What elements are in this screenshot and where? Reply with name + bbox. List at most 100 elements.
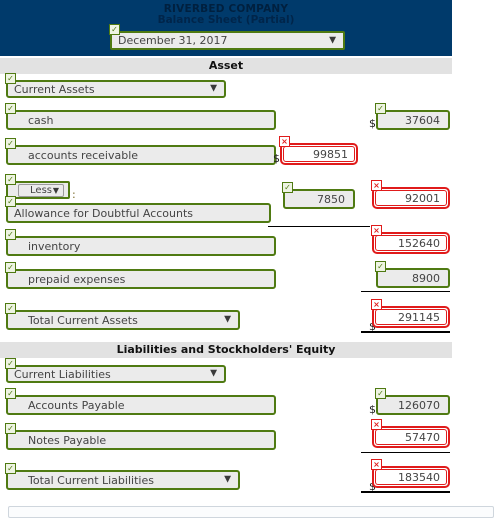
valid-check-icon: ✓	[375, 261, 386, 272]
valid-check-icon: ✓	[5, 423, 16, 434]
valid-check-icon: ✓	[5, 303, 16, 314]
valid-check-icon: ✓	[5, 358, 16, 369]
accounts-payable-label-input[interactable]: Accounts Payable	[6, 395, 276, 415]
inventory-amount-input[interactable]: 152640	[372, 232, 450, 254]
allowance-amount-col2-input[interactable]: 92001	[372, 187, 450, 209]
allowance-amount-col1-value: 7850	[317, 192, 345, 206]
row-prepaid-amount: ✓ 8900	[375, 261, 450, 288]
valid-check-icon: ✓	[5, 73, 16, 84]
total-current-assets-amount-input[interactable]: 291145	[372, 306, 450, 328]
row-prepaid-label: ✓ prepaid expenses	[5, 262, 276, 289]
dollar-sign: $	[369, 403, 376, 416]
row-cash-amount: ✓ 37604	[375, 103, 450, 130]
allowance-amount-col1-input[interactable]: 7850	[283, 189, 355, 209]
bottom-panel	[8, 506, 494, 518]
row-allowance-amount-col1: ✓ 7850	[282, 182, 355, 209]
row-notes-payable-label: ✓ Notes Payable	[5, 423, 276, 450]
column-rule-thin	[268, 226, 370, 227]
row-accounts-payable-label: ✓ Accounts Payable	[5, 388, 276, 415]
inventory-label-value: inventory	[28, 239, 81, 253]
current-assets-select[interactable]: Current Assets ▼	[6, 80, 226, 98]
dollar-sign: $	[273, 152, 280, 165]
prepaid-label-input[interactable]: prepaid expenses	[6, 269, 276, 289]
accounts-payable-amount-input[interactable]: 126070	[376, 395, 450, 415]
invalid-cross-icon: ×	[371, 299, 382, 310]
notes-payable-label-value: Notes Payable	[28, 433, 107, 447]
valid-check-icon: ✓	[375, 103, 386, 114]
less-select[interactable]: Less ▼	[18, 184, 64, 197]
invalid-cross-icon: ×	[371, 225, 382, 236]
row-total-current-assets-select: ✓ Total Current Assets ▼	[5, 303, 240, 330]
prepaid-label-value: prepaid expenses	[28, 272, 126, 286]
period-select[interactable]: December 31, 2017 ▼	[110, 31, 345, 50]
total-current-assets-label: Total Current Assets	[28, 313, 138, 327]
row-total-current-liabilities-amount: × 183540	[371, 459, 450, 488]
valid-check-icon: ✓	[5, 463, 16, 474]
column-rule-thick	[361, 331, 450, 333]
cash-amount-value: 37604	[405, 113, 440, 127]
accounts-payable-amount-value: 126070	[398, 398, 440, 412]
cash-label-input[interactable]: cash	[6, 110, 276, 130]
chevron-down-icon: ▼	[224, 314, 231, 325]
valid-check-icon: ✓	[109, 24, 120, 35]
notes-payable-amount-value: 57470	[405, 430, 440, 444]
accounts-receivable-amount-value: 99851	[313, 147, 348, 161]
allowance-label-value: Allowance for Doubtful Accounts	[14, 206, 194, 220]
invalid-cross-icon: ×	[371, 459, 382, 470]
row-accounts-receivable-amount: × 99851	[279, 136, 358, 165]
prepaid-amount-input[interactable]: 8900	[376, 268, 450, 288]
inventory-label-input[interactable]: inventory	[6, 236, 276, 256]
valid-check-icon: ✓	[282, 182, 293, 193]
row-notes-payable-amount: × 57470	[371, 419, 450, 448]
total-current-assets-select[interactable]: Total Current Assets ▼	[6, 310, 240, 330]
period-select-value: December 31, 2017	[118, 34, 228, 47]
period-select-wrapper: ✓ December 31, 2017 ▼	[109, 24, 345, 50]
row-allowance-label: ✓ Allowance for Doubtful Accounts	[5, 196, 271, 223]
valid-check-icon: ✓	[375, 388, 386, 399]
accounts-receivable-label-value: accounts receivable	[28, 148, 139, 162]
valid-check-icon: ✓	[5, 138, 16, 149]
column-rule-thin	[361, 452, 450, 453]
accounts-receivable-amount-input[interactable]: 99851	[280, 143, 358, 165]
total-current-liabilities-label: Total Current Liabilities	[28, 473, 154, 487]
dollar-sign: $	[369, 117, 376, 130]
row-current-liabilities-select: ✓ Current Liabilities ▼	[5, 358, 226, 383]
less-colon: :	[72, 188, 76, 201]
total-current-assets-amount-value: 291145	[398, 310, 440, 324]
allowance-amount-col2-value: 92001	[405, 191, 440, 205]
row-accounts-payable-amount: ✓ 126070	[375, 388, 450, 415]
chevron-down-icon: ▼	[210, 368, 217, 379]
row-total-current-assets-amount: × 291145	[371, 299, 450, 328]
column-rule-thick	[361, 491, 450, 493]
inventory-amount-value: 152640	[398, 236, 440, 250]
total-current-liabilities-amount-input[interactable]: 183540	[372, 466, 450, 488]
chevron-down-icon: ▼	[329, 35, 336, 45]
valid-check-icon: ✓	[5, 174, 16, 185]
row-current-assets-select: ✓ Current Assets ▼	[5, 73, 226, 98]
current-liabilities-label: Current Liabilities	[14, 367, 111, 381]
current-liabilities-select[interactable]: Current Liabilities ▼	[6, 365, 226, 383]
cash-label-value: cash	[28, 113, 54, 127]
chevron-down-icon: ▼	[210, 83, 217, 94]
row-allowance-amount-col2: × 92001	[371, 180, 450, 209]
row-inventory-amount: × 152640	[371, 225, 450, 254]
notes-payable-label-input[interactable]: Notes Payable	[6, 430, 276, 450]
notes-payable-amount-input[interactable]: 57470	[372, 426, 450, 448]
row-cash-label: ✓ cash	[5, 103, 276, 130]
valid-check-icon: ✓	[5, 103, 16, 114]
invalid-cross-icon: ×	[279, 136, 290, 147]
valid-check-icon: ✓	[5, 262, 16, 273]
total-current-liabilities-select[interactable]: Total Current Liabilities ▼	[6, 470, 240, 490]
accounts-receivable-label-input[interactable]: accounts receivable	[6, 145, 276, 165]
allowance-label-input[interactable]: Allowance for Doubtful Accounts	[6, 203, 271, 223]
row-inventory-label: ✓ inventory	[5, 229, 276, 256]
report-title: Balance Sheet (Partial)	[157, 14, 295, 26]
cash-amount-input[interactable]: 37604	[376, 110, 450, 130]
invalid-cross-icon: ×	[371, 180, 382, 191]
section-band-liabilities: Liabilities and Stockholders' Equity	[0, 342, 452, 358]
prepaid-amount-value: 8900	[412, 271, 440, 285]
chevron-down-icon: ▼	[52, 185, 59, 195]
column-rule-thin	[361, 291, 450, 292]
chevron-down-icon: ▼	[224, 474, 231, 485]
invalid-cross-icon: ×	[371, 419, 382, 430]
